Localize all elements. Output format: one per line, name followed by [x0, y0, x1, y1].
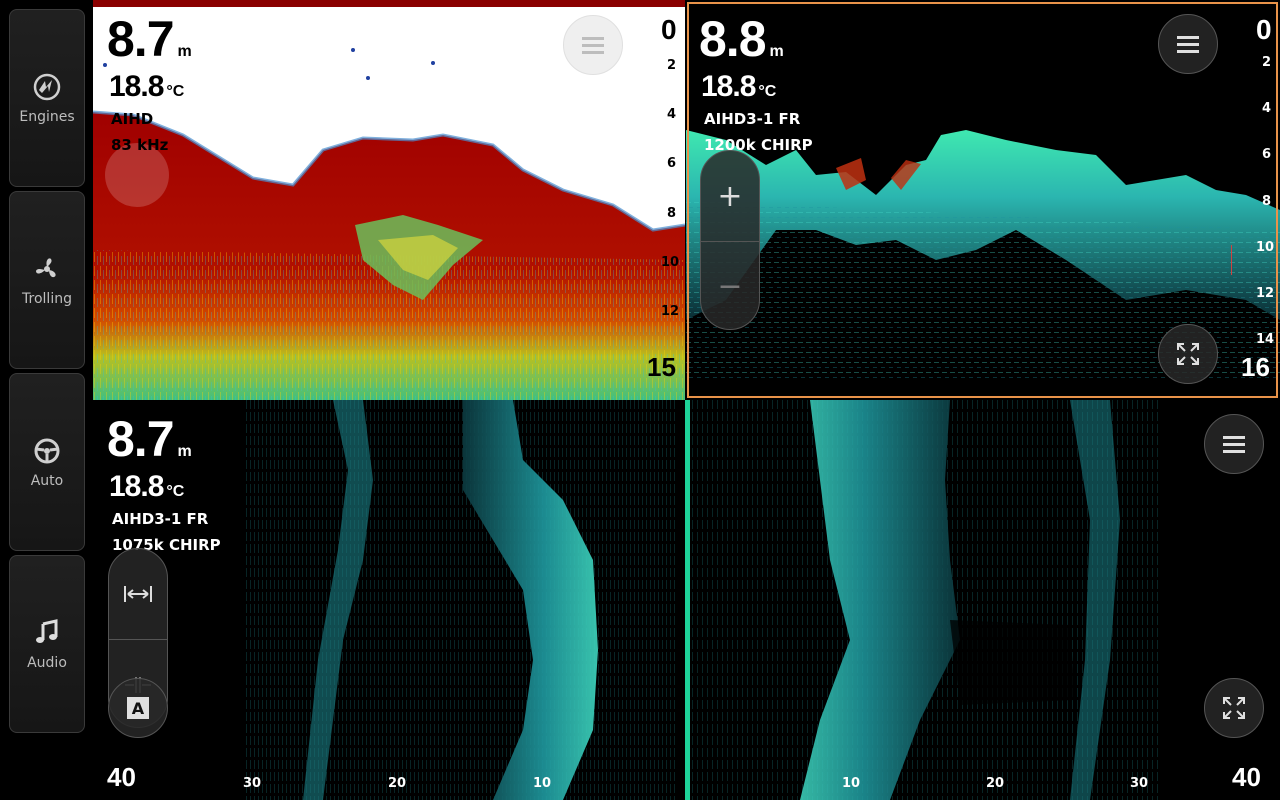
menu-button[interactable] [1158, 14, 1218, 74]
zoom-in-button[interactable]: + [701, 151, 759, 241]
mercury-logo-icon [31, 71, 63, 103]
depth-scale-label: 14 [1256, 332, 1275, 347]
sidebar-item-label: Engines [19, 109, 75, 125]
zoom-out-icon: − [717, 269, 743, 304]
menu-icon [1223, 436, 1245, 453]
depth-readout: 8.8 m [699, 11, 784, 67]
depth-scale-label: 8 [1262, 194, 1272, 209]
range-scale-label: 40 [107, 762, 136, 792]
depth-readout: 8.7 m [107, 411, 192, 467]
downscan-sonar-panel[interactable]: 8.8 m 18.8 °C AIHD3-1 FR 1200k CHIRP + − 0… [686, 0, 1280, 400]
menu-button[interactable] [1204, 414, 1264, 474]
transducer-label: AIHD3-1 FR [704, 110, 801, 128]
sidebar-item-label: Auto [30, 473, 64, 489]
sidescan-right-panel[interactable]: 10 20 30 40 [690, 400, 1280, 800]
auto-icon: A [127, 697, 149, 719]
depth-scale-label: 2 [667, 58, 677, 73]
depth-scale-label: 6 [1262, 147, 1272, 162]
frequency-label: 83 kHz [111, 136, 169, 154]
traditional-sonar-panel[interactable]: 8.7 m 18.8 °C AIHD 83 kHz 0 2 4 6 8 10 12 … [93, 0, 685, 400]
range-scale-label: 10 [842, 776, 861, 791]
depth-scale-top: 0 [661, 14, 677, 45]
sidebar-item-trolling[interactable]: Trolling [9, 191, 85, 369]
depth-scale-top: 0 [1256, 14, 1272, 45]
propeller-icon [31, 253, 63, 285]
range-scale-label: 20 [986, 776, 1005, 791]
range-scale-label: 40 [1232, 762, 1261, 792]
sidebar-item-label: Trolling [22, 291, 72, 307]
panel-top-bar [93, 0, 685, 7]
depth-scale-label: 4 [1262, 101, 1272, 116]
menu-icon [582, 37, 604, 54]
zoom-out-button[interactable]: − [701, 241, 759, 329]
temperature-readout: 18.8 °C [109, 470, 185, 503]
sidescan-left-panel[interactable]: 8.7 m 18.8 °C AIHD3-1 FR 1075k CHIRP A 40 … [93, 400, 685, 800]
sidescan-right-image [690, 400, 1160, 800]
depth-scale-label: 6 [667, 156, 677, 171]
expand-button[interactable] [1158, 324, 1218, 384]
zoom-in-icon: + [717, 178, 743, 214]
range-scale-label: 10 [533, 776, 552, 791]
depth-scale-bottom: 16 [1241, 352, 1270, 382]
menu-icon [1177, 36, 1199, 53]
depth-scale-label: 2 [1262, 55, 1272, 70]
expand-icon [1177, 343, 1199, 365]
temperature-readout: 18.8 °C [109, 70, 185, 103]
range-scale-label: 30 [243, 776, 262, 791]
range-expand-button[interactable] [109, 549, 167, 639]
steering-wheel-icon [31, 435, 63, 467]
temperature-readout: 18.8 °C [701, 70, 777, 103]
transducer-label: AIHD [111, 110, 154, 128]
sidebar-item-auto[interactable]: Auto [9, 373, 85, 551]
sonar-display: Engines Trolling Auto Audio 8.7 m 18.8 °… [0, 0, 1280, 800]
depth-scale-bottom: 15 [647, 352, 676, 382]
zoom-control: + − [700, 150, 760, 330]
depth-scale-label: 10 [661, 255, 680, 270]
depth-scale-label: 12 [1256, 286, 1275, 301]
depth-scale-label: 10 [1256, 240, 1275, 255]
menu-button[interactable] [563, 15, 623, 75]
auto-range-button[interactable]: A [108, 678, 168, 738]
transducer-label: AIHD3-1 FR [112, 510, 209, 528]
range-scale-label: 30 [1130, 776, 1149, 791]
sidebar: Engines Trolling Auto Audio [0, 0, 92, 800]
expand-icon [1223, 697, 1245, 719]
range-scale-label: 20 [388, 776, 407, 791]
sidebar-item-engines[interactable]: Engines [9, 9, 85, 187]
depth-scale-label: 8 [667, 206, 677, 221]
depth-scale-label: 4 [667, 107, 677, 122]
sidebar-item-label: Audio [27, 655, 67, 671]
sidebar-item-audio[interactable]: Audio [9, 555, 85, 733]
depth-readout: 8.7 m [107, 11, 192, 67]
expand-button[interactable] [1204, 678, 1264, 738]
range-arrows-icon [124, 586, 152, 602]
depth-scale-label: 12 [661, 304, 680, 319]
music-note-icon [31, 617, 63, 649]
